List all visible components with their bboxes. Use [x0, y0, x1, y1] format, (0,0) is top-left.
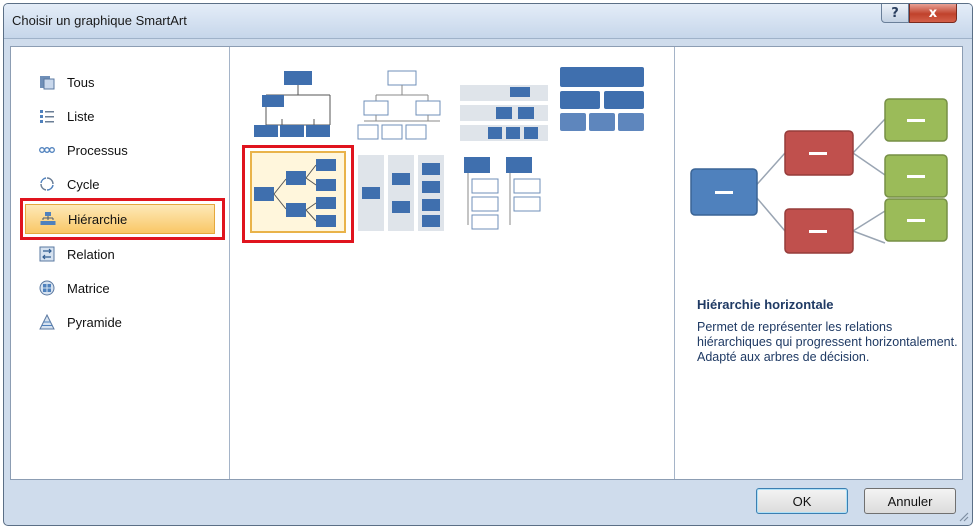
- close-button[interactable]: x: [909, 4, 957, 23]
- all-icon: [39, 74, 55, 90]
- pyramid-icon: [39, 314, 55, 330]
- annotation-highlight-box: [242, 145, 354, 243]
- preview-diagram: [690, 98, 948, 254]
- layout-thumbnail-liste-hierarchique-table[interactable]: [556, 65, 648, 145]
- category-label: Matrice: [67, 280, 110, 296]
- help-icon: ?: [891, 5, 899, 21]
- category-item-relation[interactable]: Relation: [25, 239, 215, 269]
- cancel-button[interactable]: Annuler: [864, 488, 956, 514]
- preview-description: Permet de représenter les relations hiér…: [697, 320, 958, 364]
- category-label: Relation: [67, 246, 115, 262]
- cycle-icon: [39, 176, 55, 192]
- dialog-content: Tous Liste Processus Cycle Hiérarchie Re…: [10, 46, 963, 480]
- category-item-liste[interactable]: Liste: [25, 101, 215, 131]
- relation-icon: [39, 246, 55, 262]
- layout-thumbnail-hierarchie-etiquetee[interactable]: [458, 65, 550, 145]
- category-label: Processus: [67, 142, 128, 158]
- layout-thumbnail-hierarchie[interactable]: [356, 65, 448, 145]
- category-item-cycle[interactable]: Cycle: [25, 169, 215, 199]
- title-bar[interactable]: Choisir un graphique SmartArt ? x: [4, 4, 972, 39]
- layout-gallery: [230, 47, 675, 479]
- process-icon: [39, 142, 55, 158]
- category-label: Liste: [67, 108, 95, 124]
- smartart-dialog: Choisir un graphique SmartArt ? x Tous L…: [3, 3, 973, 526]
- list-icon: [39, 108, 55, 124]
- category-label: Tous: [67, 74, 95, 90]
- category-item-processus[interactable]: Processus: [25, 135, 215, 165]
- layout-thumbnail-liste-hierarchique[interactable]: [458, 153, 550, 233]
- close-icon: x: [928, 5, 938, 21]
- category-label: Cycle: [67, 176, 100, 192]
- matrix-icon: [39, 280, 55, 296]
- category-item-tous[interactable]: Tous: [25, 67, 215, 97]
- category-item-matrice[interactable]: Matrice: [25, 273, 215, 303]
- help-button[interactable]: ?: [881, 4, 909, 23]
- annotation-highlight-box: [20, 198, 225, 240]
- category-item-pyramide[interactable]: Pyramide: [25, 307, 215, 337]
- preview-pane: Hiérarchie horizontale Permet de représe…: [675, 47, 963, 479]
- category-label: Pyramide: [67, 314, 122, 330]
- ok-button[interactable]: OK: [756, 488, 848, 514]
- resize-grip-icon[interactable]: [957, 510, 969, 522]
- preview-title: Hiérarchie horizontale: [697, 297, 834, 312]
- layout-thumbnail-organigramme[interactable]: [252, 65, 344, 145]
- layout-thumbnail-hierarchie-horizontale-etiquetee[interactable]: [356, 153, 448, 233]
- category-list: Tous Liste Processus Cycle Hiérarchie Re…: [11, 47, 230, 479]
- dialog-title: Choisir un graphique SmartArt: [12, 13, 187, 28]
